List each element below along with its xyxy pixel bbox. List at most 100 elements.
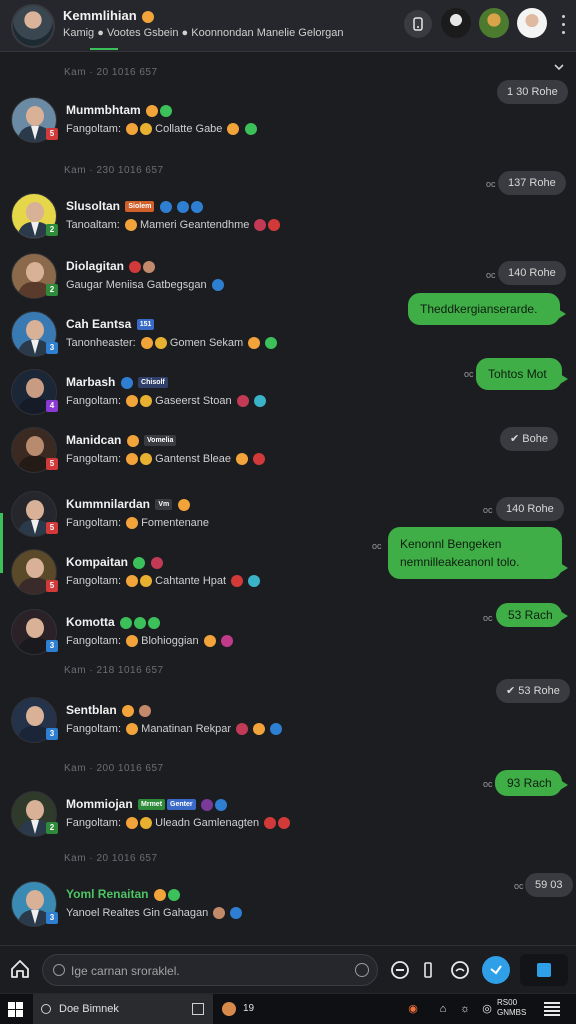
message-list[interactable]: Kam · 20 1016 657 Kam · 230 1016 657 Kam…	[0, 53, 576, 945]
chat-subtitle: Kamig ● Vootes Gsbein ● Koonnondan Manel…	[63, 27, 344, 39]
status-badge: 2	[46, 822, 58, 834]
message-item[interactable]: 3 Cah Eantsa 151 Tanonheaster: Gomen Sek…	[0, 311, 360, 363]
status-badge: 2	[46, 284, 58, 296]
emoji-icon[interactable]	[386, 956, 414, 984]
outgoing-time-bubble[interactable]: 93 Rach	[495, 770, 568, 796]
message-composer	[0, 945, 576, 993]
sender-name: Kompaitan	[66, 555, 163, 569]
task-view-icon[interactable]	[192, 1003, 204, 1015]
read-receipt: oc	[514, 881, 524, 891]
message-preview: Gaugar Meniisa Gatbegsgan	[66, 279, 224, 292]
clock[interactable]: RS00 GNMBS	[497, 998, 526, 1018]
status-badge: 5	[46, 580, 58, 592]
status-badge: 3	[46, 342, 58, 354]
message-timestamp: 59 03	[525, 873, 573, 897]
message-item[interactable]: 3 Komotta Fangoltam: Blohioggian	[0, 609, 360, 661]
taskbar-search[interactable]: Doe Bimnek	[33, 994, 213, 1024]
message-timestamp: 140 Rohe	[498, 261, 566, 285]
message-preview: Fangoltam: Collatte Gabe	[66, 123, 257, 136]
message-item[interactable]: 3 Sentblan Fangoltam: Manatinan Rekpar	[0, 697, 360, 749]
phone-icon[interactable]	[404, 10, 432, 38]
outgoing-message-bubble[interactable]: Theddkergianserarde.	[408, 293, 566, 325]
search-icon	[41, 1004, 51, 1014]
sender-name: Mommiojan Mrmet Genter	[66, 797, 227, 811]
sender-name: Slusoltan Siolem	[66, 199, 203, 213]
message-preview: Fangoltam: Blohioggian	[66, 635, 233, 648]
message-item[interactable]: 5 Kummnilardan Vm Fangoltam: Fomentenane	[0, 491, 360, 543]
sender-name: Yoml Renaitan	[66, 887, 180, 901]
home-icon[interactable]	[9, 958, 31, 980]
date-separator: Kam · 20 1016 657	[64, 853, 158, 864]
message-preview: Fangoltam: Cahtante Hpat	[66, 575, 261, 588]
sender-name: Mummbhtam	[66, 103, 173, 117]
attach-icon[interactable]	[414, 956, 442, 984]
message-item[interactable]: 3 Yoml Renaitan Yanoel Realtes Gin Gahag…	[0, 881, 360, 933]
participant-avatar[interactable]	[517, 8, 547, 38]
more-vertical-icon[interactable]	[558, 12, 568, 36]
tray-app-icon[interactable]: ◉	[406, 1002, 420, 1016]
read-receipt: oc	[483, 779, 493, 789]
message-item[interactable]: 2 Diolagitan Gaugar Meniisa Gatbegsgan	[0, 253, 360, 305]
message-item[interactable]: 5 Mummbhtam Fangoltam: Collatte Gabe	[0, 97, 360, 149]
read-receipt: oc	[372, 541, 382, 551]
outgoing-message-bubble[interactable]: Kenonnl Bengeken nemnilleakeanonl tolo.	[388, 527, 568, 579]
participant-avatar[interactable]	[441, 8, 471, 38]
message-input-box[interactable]	[42, 954, 378, 986]
sender-name: Kummnilardan Vm	[66, 497, 190, 511]
message-item[interactable]: 2 Slusoltan Siolem Tanoaltam: Mameri Gea…	[0, 193, 360, 245]
message-preview: Fangoltam: Fomentenane	[66, 517, 210, 530]
sender-name: Marbash Chisolf	[66, 375, 168, 389]
search-icon	[53, 964, 65, 976]
os-taskbar: Doe Bimnek 19 ◉ ⌂ ☼ ◎ RS00 GNMBS	[0, 993, 576, 1024]
sender-name: Manidcan Vomelia	[66, 433, 177, 447]
smile-emoji-icon	[142, 10, 155, 23]
timer-icon[interactable]	[355, 963, 369, 977]
chevron-down-icon[interactable]	[552, 61, 566, 75]
date-separator: Kam · 218 1016 657	[64, 665, 164, 676]
date-separator: Kam · 230 1016 657	[64, 165, 164, 176]
send-button[interactable]	[520, 954, 568, 986]
app-icon[interactable]	[222, 1002, 236, 1016]
status-badge: 5	[46, 458, 58, 470]
message-item[interactable]: 5 Kompaitan Fangoltam: Cahtante Hpat	[0, 549, 360, 601]
send-icon	[537, 963, 551, 977]
active-tab-indicator	[90, 48, 118, 50]
sender-name: Diolagitan	[66, 259, 156, 273]
chat-title: Kemmlihian	[63, 8, 155, 23]
status-badge: 3	[46, 640, 58, 652]
status-badge: 3	[46, 728, 58, 740]
notification-icon[interactable]	[544, 1002, 560, 1016]
sender-name: Cah Eantsa 151	[66, 317, 155, 331]
message-input[interactable]	[71, 961, 341, 981]
message-preview: Fangoltam: Uleadn Gamlenagten	[66, 817, 291, 830]
sticker-icon[interactable]	[446, 956, 474, 984]
sender-name: Sentblan	[66, 703, 152, 717]
status-badge: 2	[46, 224, 58, 236]
message-preview: Fangoltam: Manatinan Rekpar	[66, 723, 283, 736]
network-icon[interactable]: ⌂	[436, 1002, 450, 1016]
chat-avatar[interactable]	[11, 4, 55, 48]
windows-start-icon[interactable]	[8, 1002, 23, 1017]
outgoing-message-bubble[interactable]: Tohtos Mot	[476, 358, 568, 390]
message-preview: Tanonheaster: Gomen Sekam	[66, 337, 278, 350]
message-item[interactable]: 5 Manidcan Vomelia Fangoltam: Gantenst B…	[0, 427, 360, 479]
volume-icon[interactable]: ◎	[480, 1002, 494, 1016]
status-badge: 3	[46, 912, 58, 924]
voice-icon[interactable]	[482, 956, 510, 984]
message-preview: Yanoel Realtes Gin Gahagan	[66, 907, 243, 920]
read-receipt: oc	[483, 505, 493, 515]
message-preview: Tanoaltam: Mameri Geantendhme	[66, 219, 281, 232]
date-separator: Kam · 200 1016 657	[64, 763, 164, 774]
date-separator: Kam · 20 1016 657	[64, 67, 158, 78]
read-receipt: oc	[486, 179, 496, 189]
message-item[interactable]: 4 Marbash Chisolf Fangoltam: Gaseerst St…	[0, 369, 360, 421]
chat-header: Kemmlihian Kamig ● Vootes Gsbein ● Koonn…	[0, 0, 576, 52]
participant-avatar[interactable]	[479, 8, 509, 38]
tray-icon[interactable]: ☼	[458, 1002, 472, 1016]
message-item[interactable]: 2 Mommiojan Mrmet Genter Fangoltam: Ulead…	[0, 791, 360, 843]
read-receipt: oc	[464, 369, 474, 379]
outgoing-time-bubble[interactable]: 53 Rach	[496, 603, 568, 627]
message-timestamp: 140 Rohe	[496, 497, 564, 521]
status-badge: 5	[46, 522, 58, 534]
status-badge: 4	[46, 400, 58, 412]
